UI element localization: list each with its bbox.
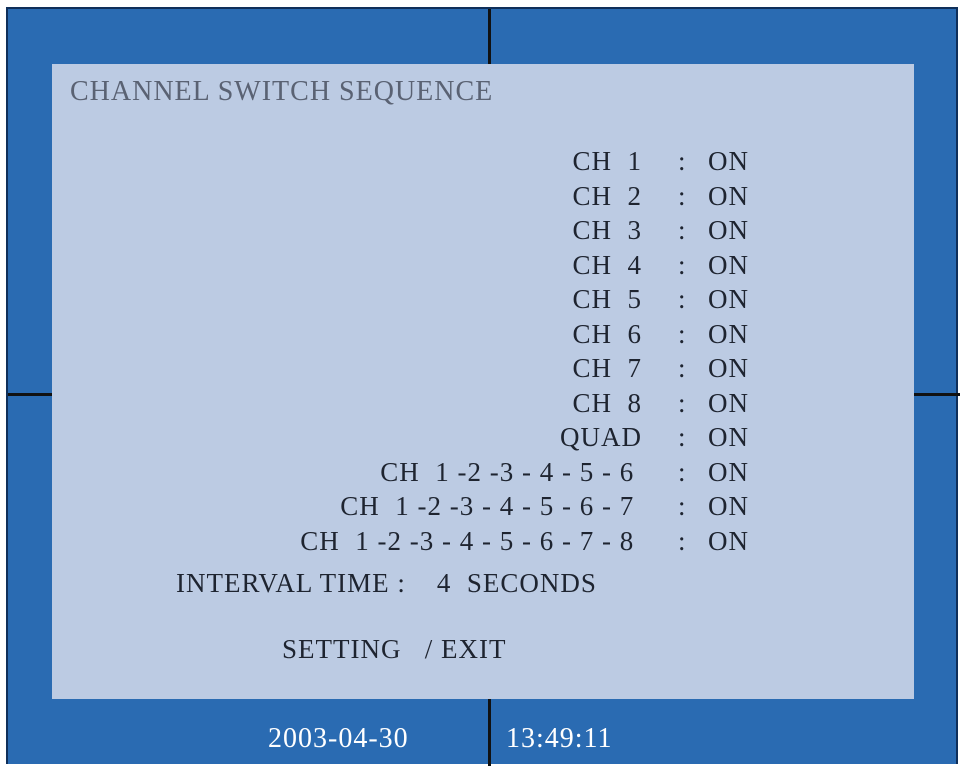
channel-value[interactable]: ON xyxy=(708,284,749,314)
channel-colon: : xyxy=(678,146,687,176)
action-row: SETTING / EXIT xyxy=(282,634,506,665)
channel-label: CH 8 xyxy=(572,387,642,418)
channel-label: CH 4 xyxy=(572,249,642,280)
channel-value[interactable]: ON xyxy=(708,388,749,418)
interval-time-label: INTERVAL TIME : xyxy=(176,568,406,598)
menu-title: CHANNEL SWITCH SEQUENCE xyxy=(70,76,494,107)
exit-option[interactable]: EXIT xyxy=(441,634,506,664)
channel-colon: : xyxy=(678,284,687,314)
quad-divider-right xyxy=(914,393,960,396)
channel-colon: : xyxy=(678,525,687,556)
channel-colon: : xyxy=(678,180,687,211)
channel-colon: : xyxy=(678,353,687,383)
channel-label: CH 1 xyxy=(572,146,642,176)
channel-label: CH 3 xyxy=(572,215,642,245)
channel-colon: : xyxy=(678,215,687,245)
status-time: 13:49:11 xyxy=(506,723,613,754)
channel-label: CH 2 xyxy=(572,180,642,211)
channel-value[interactable]: ON xyxy=(708,422,749,452)
channel-value[interactable]: ON xyxy=(708,319,749,349)
channel-value[interactable]: ON xyxy=(708,215,749,245)
channel-label: CH 1 -2 -3 - 4 - 5 - 6 - 7 - 8 xyxy=(300,525,642,556)
quad-divider-left xyxy=(8,393,52,396)
interval-time-row[interactable]: INTERVAL TIME : 4 SECONDS xyxy=(176,568,597,599)
channel-colon: : xyxy=(678,491,687,521)
interval-time-value[interactable]: 4 xyxy=(437,568,452,598)
channel-value[interactable]: ON xyxy=(708,146,749,176)
dvr-screen: CHANNEL SWITCH SEQUENCE CH 1: ON CH 2: ON CH… xyxy=(6,7,960,766)
channel-colon: : xyxy=(678,422,687,452)
channel-colon: : xyxy=(678,249,687,280)
channel-colon: : xyxy=(678,318,687,349)
channel-label: CH 1 -2 -3 - 4 - 5 - 6 - 7 xyxy=(340,491,642,521)
channel-colon: : xyxy=(678,456,687,487)
channel-label: QUAD xyxy=(560,422,642,452)
setting-option[interactable]: SETTING xyxy=(282,634,401,664)
channel-value[interactable]: ON xyxy=(708,491,749,521)
interval-time-unit: SECONDS xyxy=(466,568,597,598)
channel-label: CH 6 xyxy=(572,318,642,349)
quad-divider-bottom xyxy=(488,699,491,766)
status-date: 2003-04-30 xyxy=(268,723,409,754)
channel-colon: : xyxy=(678,387,687,418)
channel-value[interactable]: ON xyxy=(708,250,749,280)
quad-divider-top xyxy=(488,9,491,64)
channel-label: CH 7 xyxy=(572,353,642,383)
channel-value[interactable]: ON xyxy=(708,181,749,211)
channel-label: CH 1 -2 -3 - 4 - 5 - 6 xyxy=(380,456,642,487)
channel-label: CH 5 xyxy=(572,284,642,314)
channel-value[interactable]: ON xyxy=(708,457,749,487)
action-separator: / xyxy=(424,634,434,664)
channel-value[interactable]: ON xyxy=(708,353,749,383)
channel-value[interactable]: ON xyxy=(708,526,749,556)
osd-menu-panel: CHANNEL SWITCH SEQUENCE CH 1: ON CH 2: ON CH… xyxy=(52,64,914,699)
